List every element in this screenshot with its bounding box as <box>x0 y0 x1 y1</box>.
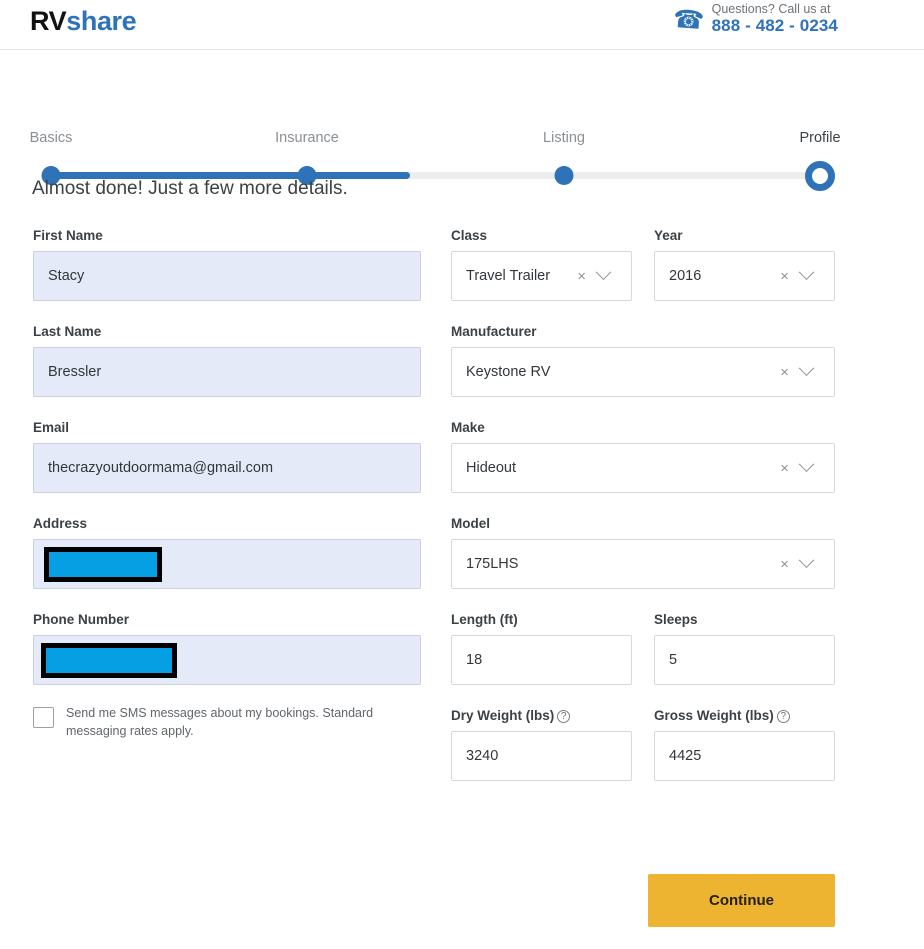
help-icon[interactable]: ? <box>776 710 790 723</box>
contact-phone-block[interactable]: ☎ Questions? Call us at 888 - 482 - 0234 <box>673 2 838 36</box>
help-icon[interactable]: ? <box>557 710 571 723</box>
field-sleeps: Sleeps 5 <box>654 612 835 685</box>
address-input[interactable] <box>33 539 421 589</box>
field-dry-weight: Dry Weight (lbs)? 3240 <box>451 708 632 781</box>
class-label: Class <box>451 228 488 243</box>
phone-number-input[interactable] <box>33 635 421 685</box>
rv-details-column: Class Travel Trailer × Year 2016 × Manuf… <box>451 228 835 781</box>
field-gross-weight: Gross Weight (lbs)? 4425 <box>654 708 835 781</box>
logo-text-rv: RV <box>30 6 67 36</box>
manufacturer-label: Manufacturer <box>451 324 537 339</box>
sms-opt-in-row[interactable]: Send me SMS messages about my bookings. … <box>33 705 421 741</box>
field-model: Model 175LHS × <box>451 516 835 589</box>
step-dot-profile[interactable] <box>805 161 835 191</box>
dry-weight-label: Dry Weight (lbs)? <box>451 708 632 723</box>
questions-label: Questions? Call us at <box>711 2 831 16</box>
chevron-down-icon[interactable] <box>798 263 815 280</box>
email-input[interactable]: thecrazyoutdoormama@gmail.com <box>33 443 421 493</box>
dry-weight-input[interactable]: 3240 <box>451 731 632 781</box>
dry-weight-label-text: Dry Weight (lbs) <box>451 708 555 723</box>
sms-opt-in-checkbox[interactable] <box>33 707 54 728</box>
address-redaction-box <box>44 547 162 582</box>
model-clear-icon[interactable]: × <box>780 557 789 572</box>
row-weights: Dry Weight (lbs)? 3240 Gross Weight (lbs… <box>451 708 835 781</box>
first-name-label: First Name <box>33 228 103 243</box>
field-phone-number: Phone Number <box>33 612 421 685</box>
manufacturer-select[interactable]: Keystone RV × <box>451 347 835 397</box>
year-value: 2016 <box>669 268 702 284</box>
step-label-basics[interactable]: Basics <box>30 130 73 146</box>
field-manufacturer: Manufacturer Keystone RV × <box>451 324 835 397</box>
length-input[interactable]: 18 <box>451 635 632 685</box>
sms-opt-in-label: Send me SMS messages about my bookings. … <box>66 706 374 738</box>
chevron-down-icon[interactable] <box>595 263 612 280</box>
make-select[interactable]: Hideout × <box>451 443 835 493</box>
step-label-insurance[interactable]: Insurance <box>275 130 339 146</box>
sleeps-label: Sleeps <box>654 612 698 627</box>
gross-weight-label: Gross Weight (lbs)? <box>654 708 835 723</box>
chevron-down-icon[interactable] <box>798 359 815 376</box>
sleeps-input[interactable]: 5 <box>654 635 835 685</box>
row-class-year: Class Travel Trailer × Year 2016 × <box>451 228 835 301</box>
year-label: Year <box>654 228 683 243</box>
manufacturer-value: Keystone RV <box>466 364 551 380</box>
model-value: 175LHS <box>466 556 519 572</box>
field-year: Year 2016 × <box>654 228 835 301</box>
year-clear-icon[interactable]: × <box>780 269 789 284</box>
phone-text-group: Questions? Call us at 888 - 482 - 0234 <box>712 2 838 36</box>
row-length-sleeps: Length (ft) 18 Sleeps 5 <box>451 612 835 685</box>
phone-redaction-box <box>41 643 177 678</box>
field-last-name: Last Name Bressler <box>33 324 421 397</box>
last-name-input[interactable]: Bressler <box>33 347 421 397</box>
gross-weight-input[interactable]: 4425 <box>654 731 835 781</box>
field-length: Length (ft) 18 <box>451 612 632 685</box>
email-label: Email <box>33 420 70 435</box>
last-name-label: Last Name <box>33 324 102 339</box>
make-clear-icon[interactable]: × <box>780 461 789 476</box>
field-make: Make Hideout × <box>451 420 835 493</box>
chevron-down-icon[interactable] <box>798 455 815 472</box>
address-label: Address <box>33 516 88 531</box>
class-select[interactable]: Travel Trailer × <box>451 251 632 301</box>
personal-details-column: First Name Stacy Last Name Bressler Emai… <box>33 228 421 741</box>
phone-number-label: Phone Number <box>33 612 130 627</box>
make-value: Hideout <box>466 460 516 476</box>
step-label-listing[interactable]: Listing <box>543 130 585 146</box>
logo-text-share: share <box>66 6 137 36</box>
field-address: Address <box>33 516 421 589</box>
class-clear-icon[interactable]: × <box>577 269 586 284</box>
gross-weight-label-text: Gross Weight (lbs) <box>654 708 774 723</box>
model-select[interactable]: 175LHS × <box>451 539 835 589</box>
length-label: Length (ft) <box>451 612 518 627</box>
make-label: Make <box>451 420 485 435</box>
continue-button[interactable]: Continue <box>648 874 835 927</box>
class-value: Travel Trailer <box>466 268 551 284</box>
model-label: Model <box>451 516 490 531</box>
manufacturer-clear-icon[interactable]: × <box>780 365 789 380</box>
field-email: Email thecrazyoutdoormama@gmail.com <box>33 420 421 493</box>
year-select[interactable]: 2016 × <box>654 251 835 301</box>
site-header: RVshare ☎ Questions? Call us at 888 - 48… <box>0 0 924 50</box>
page-headline: Almost done! Just a few more details. <box>32 178 348 199</box>
phone-icon: ☎ <box>672 5 706 36</box>
chevron-down-icon[interactable] <box>798 551 815 568</box>
rvshare-logo[interactable]: RVshare <box>30 6 137 37</box>
progress-stepper: Basics Insurance Listing Profile <box>0 50 924 191</box>
field-first-name: First Name Stacy <box>33 228 421 301</box>
first-name-input[interactable]: Stacy <box>33 251 421 301</box>
phone-number[interactable]: 888 - 482 - 0234 <box>712 16 838 36</box>
field-class: Class Travel Trailer × <box>451 228 632 301</box>
step-dot-listing[interactable] <box>554 166 574 185</box>
step-label-profile[interactable]: Profile <box>799 130 840 146</box>
